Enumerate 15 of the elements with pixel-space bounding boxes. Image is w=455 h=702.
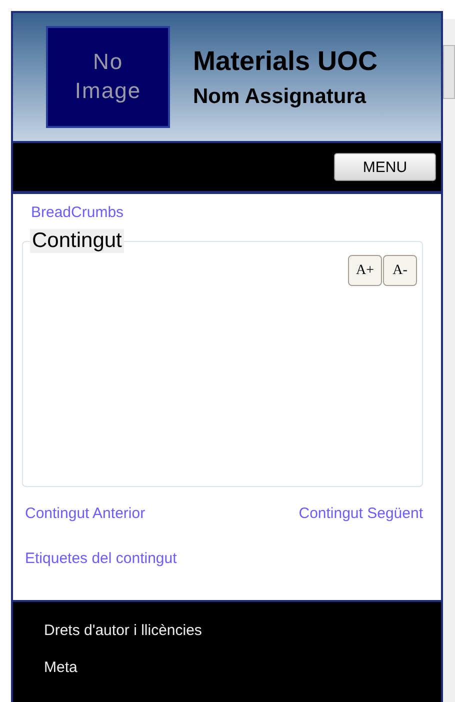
no-image-text: No Image <box>74 48 142 105</box>
footer-link[interactable]: Drets d'autor i llicències <box>44 622 202 639</box>
tags-link[interactable]: Etiquetes del contingut <box>25 550 177 567</box>
content-heading: Contingut <box>30 229 124 253</box>
footer-link[interactable]: Meta <box>44 659 78 676</box>
menu-button[interactable]: MENU <box>334 153 436 181</box>
scrollbar[interactable] <box>443 19 455 702</box>
previous-link[interactable]: Contingut Anterior <box>25 505 146 522</box>
course-name: Nom Assignatura <box>193 84 368 108</box>
breadcrumbs-link[interactable]: BreadCrumbs <box>31 204 124 221</box>
site-title: Materials UOC <box>193 46 378 76</box>
next-link[interactable]: Contingut Següent <box>298 505 423 522</box>
scroll-thumb[interactable] <box>443 45 455 99</box>
font-size-button[interactable]: A+ <box>348 255 382 286</box>
font-size-button[interactable]: A- <box>383 255 417 286</box>
